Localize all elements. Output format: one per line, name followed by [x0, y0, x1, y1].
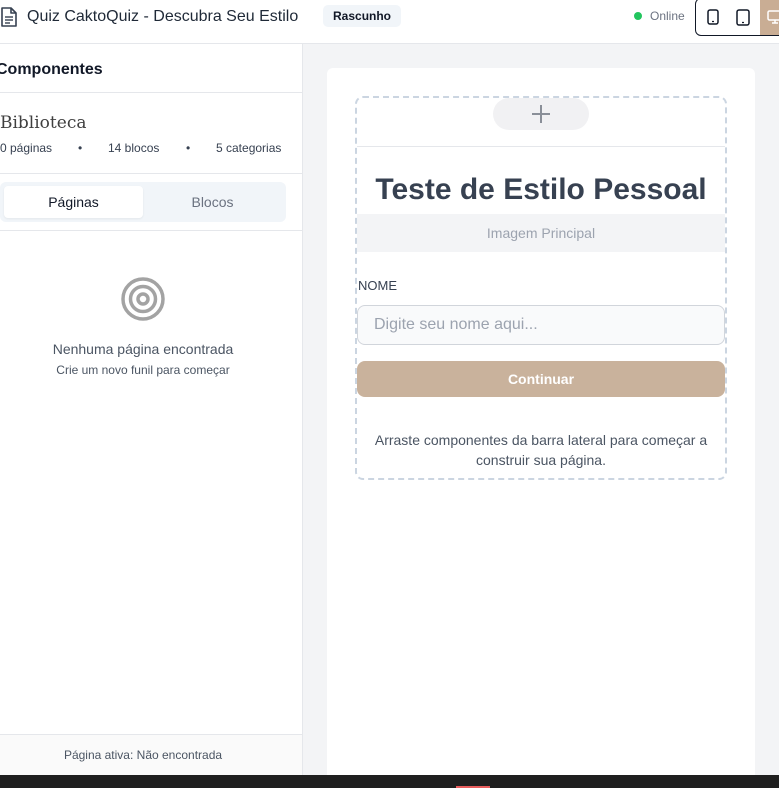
page-preview: Teste de Estilo Pessoal Imagem Principal…	[327, 68, 755, 788]
sidebar-heading: Componentes	[0, 61, 103, 78]
taskbar	[0, 775, 779, 788]
top-bar: Quiz CaktoQuiz - Descubra Seu Estilo Ras…	[0, 0, 779, 44]
divider	[0, 230, 302, 231]
empty-state-subtitle: Crie um novo funil para começar	[56, 363, 230, 377]
stats-separator: •	[186, 141, 191, 155]
desktop-icon	[767, 10, 779, 24]
sidebar-footer: Página ativa: Não encontrada	[0, 734, 302, 776]
document-icon	[1, 7, 17, 27]
target-icon	[121, 277, 165, 321]
plus-icon	[532, 105, 550, 123]
online-status-text: Online	[650, 9, 685, 23]
pages-count: 0 páginas	[0, 141, 53, 155]
add-component-button[interactable]	[493, 98, 589, 130]
library-title: Biblioteca	[0, 113, 87, 133]
components-sidebar: Componentes Biblioteca 0 páginas • 14 bl…	[0, 44, 303, 776]
desktop-preview-button[interactable]	[760, 0, 779, 35]
name-input[interactable]: Digite seu nome aqui...	[357, 305, 725, 345]
mobile-icon	[707, 9, 719, 25]
tab-blocks[interactable]: Blocos	[143, 186, 282, 218]
library-stats: 0 páginas • 14 blocos • 5 categorias	[0, 141, 290, 157]
continue-button[interactable]: Continuar	[357, 361, 725, 397]
categories-count: 5 categorias	[216, 141, 282, 155]
status-badge: Rascunho	[323, 5, 402, 27]
drop-zone[interactable]: Teste de Estilo Pessoal Imagem Principal…	[355, 96, 727, 480]
tab-pages[interactable]: Páginas	[4, 186, 143, 218]
main-image-placeholder[interactable]: Imagem Principal	[357, 214, 725, 252]
active-page-status: Página ativa: Não encontrada	[63, 748, 223, 762]
stats-separator: •	[78, 141, 83, 155]
name-field-label: NOME	[358, 278, 397, 293]
divider	[0, 92, 302, 93]
divider	[0, 173, 302, 174]
empty-state-title: Nenhuma página encontrada	[52, 341, 234, 357]
online-status-dot	[634, 12, 642, 20]
mobile-preview-button[interactable]	[698, 0, 728, 35]
tablet-icon	[736, 8, 750, 26]
name-input-placeholder: Digite seu nome aqui...	[374, 316, 538, 333]
editor-canvas: Teste de Estilo Pessoal Imagem Principal…	[303, 44, 779, 788]
drop-zone-hint: Arraste componentes da barra lateral par…	[374, 432, 708, 468]
blocks-count: 14 blocos	[108, 141, 160, 155]
divider	[357, 146, 725, 147]
sidebar-tabs: Páginas Blocos	[0, 182, 286, 222]
device-preview-toggle	[695, 0, 779, 36]
project-title: Quiz CaktoQuiz - Descubra Seu Estilo	[27, 8, 299, 25]
quiz-title[interactable]: Teste de Estilo Pessoal	[357, 172, 725, 208]
tablet-preview-button[interactable]	[728, 0, 758, 35]
